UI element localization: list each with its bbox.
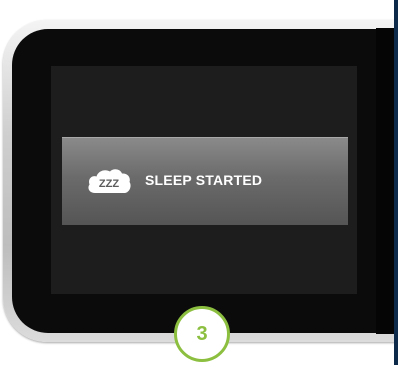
stage: ZZZ SLEEP STARTED 3 — [0, 0, 398, 365]
device-right-frame — [376, 28, 394, 334]
sleep-icon-text: ZZZ — [99, 178, 119, 190]
step-number-badge: 3 — [174, 306, 230, 362]
sleep-started-banner: ZZZ SLEEP STARTED — [62, 137, 348, 225]
page-edge-bar — [394, 0, 398, 365]
sleep-cloud-icon: ZZZ — [88, 169, 131, 193]
banner-label: SLEEP STARTED — [145, 172, 263, 188]
